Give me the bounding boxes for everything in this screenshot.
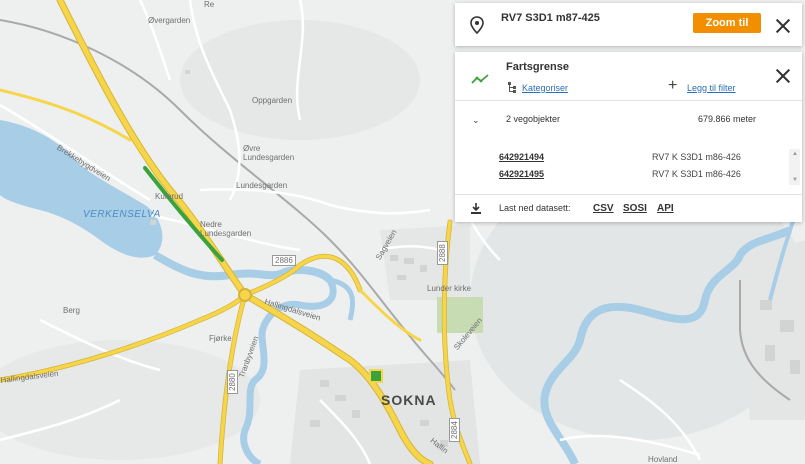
- location-pin-icon: [470, 16, 484, 34]
- place-label: Hovland: [648, 455, 678, 464]
- list-scrollbar[interactable]: ▲ ▼: [789, 149, 800, 185]
- selected-object-title: RV7 S3D1 m87-425: [501, 12, 600, 24]
- place-label: Øvergarden: [148, 16, 191, 25]
- download-label: Last ned datasett:: [499, 203, 571, 213]
- zoom-to-button[interactable]: Zoom til: [693, 13, 761, 33]
- place-label: Fjørke: [209, 334, 232, 343]
- download-sosi-link[interactable]: SOSI: [623, 203, 647, 214]
- object-description: RV7 K S3D1 m86-426: [652, 152, 741, 162]
- scroll-up-icon[interactable]: ▲: [792, 151, 798, 157]
- download-csv-link[interactable]: CSV: [593, 203, 614, 214]
- road-number: 2884: [449, 418, 460, 442]
- divider: [455, 100, 802, 101]
- download-icon: [471, 203, 481, 214]
- place-label: Re: [204, 0, 215, 9]
- chevron-down-icon[interactable]: ⌄: [472, 115, 480, 126]
- line-chart-icon: [471, 74, 489, 84]
- town-label: SOKNA: [381, 392, 437, 408]
- divider: [455, 194, 802, 195]
- close-icon[interactable]: [774, 17, 792, 35]
- download-api-link[interactable]: API: [657, 203, 674, 214]
- place-label: Nedre Lundesgarden: [200, 220, 252, 238]
- place-label: Kuferud: [155, 192, 184, 201]
- river-label: VERKENSELVA: [83, 209, 161, 220]
- selected-road-marker[interactable]: [369, 369, 383, 383]
- place-label: Oppgarden: [252, 96, 293, 105]
- categorize-link[interactable]: Kategoriser: [522, 83, 568, 93]
- dataset-title: Fartsgrense: [506, 61, 569, 73]
- place-label: Lundesgarden: [236, 181, 288, 190]
- selected-object-panel: RV7 S3D1 m87-425 Zoom til: [455, 3, 802, 46]
- road-number: 2880: [227, 370, 238, 394]
- object-count[interactable]: 2 vegobjekter: [506, 114, 560, 124]
- scroll-down-icon[interactable]: ▼: [792, 177, 798, 183]
- object-id-link[interactable]: 642921494: [499, 152, 544, 162]
- object-id-link[interactable]: 642921495: [499, 169, 544, 179]
- total-length: 679.866 meter: [697, 114, 756, 124]
- place-label: Berg: [63, 306, 80, 315]
- road-number: 2888: [437, 241, 448, 265]
- add-filter-link[interactable]: Legg til filter: [687, 83, 736, 93]
- place-label: Øvre Lundesgarden: [243, 144, 295, 162]
- dataset-panel: Fartsgrense Kategoriser + Legg til filte…: [455, 52, 802, 222]
- place-label: Lunder kirke: [427, 284, 472, 293]
- object-description: RV7 K S3D1 m86-426: [652, 169, 741, 179]
- plus-icon[interactable]: +: [668, 78, 677, 94]
- close-icon[interactable]: [774, 67, 792, 85]
- hierarchy-icon: [508, 82, 516, 93]
- road-number: 2886: [272, 255, 296, 266]
